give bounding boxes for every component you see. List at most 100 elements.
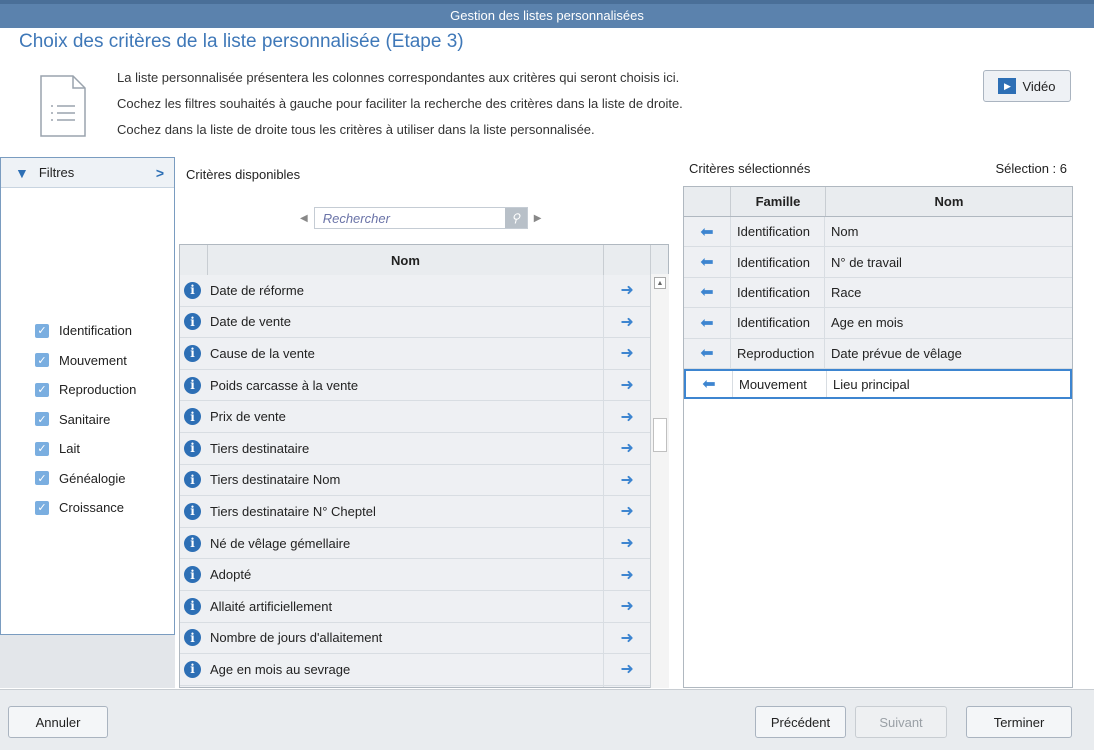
document-list-icon [40,75,86,137]
add-arrow-icon[interactable]: ➜ [604,312,650,332]
header-action-col [604,245,651,275]
video-button[interactable]: ▶ Vidéo [983,70,1071,102]
table-row[interactable]: i Né de vêlage gémellaire ➜ [180,527,650,560]
search-icon[interactable]: ⚲ [504,208,527,228]
table-row[interactable]: i Tiers destinataire Nom ➜ [180,464,650,497]
famille-cell: Identification [731,247,825,277]
info-icon[interactable]: i [184,502,201,520]
scroll-up-icon[interactable]: ▲ [654,277,666,289]
criterion-name: Tiers destinataire Nom [210,464,605,496]
table-row[interactable]: ⬅ Mouvement Lieu principal [684,368,1072,400]
checkbox-checked-icon[interactable]: ✓ [35,500,49,515]
table-row[interactable]: i Adopté ➜ [180,559,650,591]
filter-item[interactable]: ✓ Identification [35,316,136,346]
info-icon[interactable]: i [184,629,201,647]
table-row[interactable]: i Allaité artificiellement ➜ [180,590,650,623]
previous-arrow-icon[interactable]: ◀ [300,213,308,224]
table-row[interactable]: ⬅ Identification Age en mois [684,308,1072,339]
window-title: Gestion des listes personnalisées [450,8,644,23]
criterion-name: Allaité artificiellement [210,590,605,622]
table-row[interactable]: i Prix de vente ➜ [180,401,650,433]
info-icon[interactable]: i [184,597,201,615]
filter-item[interactable]: ✓ Mouvement [35,346,136,376]
table-row[interactable]: i Tiers destinataire N° Cheptel ➜ [180,496,650,528]
checkbox-checked-icon[interactable]: ✓ [35,382,49,397]
info-icon[interactable]: i [184,471,201,489]
next-button[interactable]: Suivant [855,706,947,738]
filter-item[interactable]: ✓ Généalogie [35,464,136,494]
add-arrow-icon[interactable]: ➜ [604,280,650,300]
info-icon[interactable]: i [184,439,201,457]
add-arrow-icon[interactable]: ➜ [604,501,650,521]
table-row[interactable]: iRang de vêlage➜ [180,685,650,687]
add-arrow-icon[interactable]: ➜ [604,628,650,648]
add-arrow-icon[interactable]: ➜ [604,659,650,679]
table-row[interactable]: i Date de réforme ➜ [180,275,650,307]
filters-header[interactable]: ▼ Filtres > [1,158,174,188]
chevron-right-icon[interactable]: > [156,165,164,181]
selection-count: Sélection : 6 [995,161,1067,176]
filter-label: Identification [59,323,132,339]
table-row[interactable]: ⬅ Reproduction Date prévue de vêlage [684,338,1072,369]
info-icon[interactable]: i [184,660,201,678]
remove-arrow-icon[interactable]: ⬅ [684,247,731,277]
filter-item[interactable]: ✓ Sanitaire [35,405,136,435]
filter-label: Généalogie [59,470,126,486]
checkbox-checked-icon[interactable]: ✓ [35,441,49,456]
finish-button[interactable]: Terminer [966,706,1072,738]
info-icon[interactable]: i [184,313,201,331]
table-row[interactable]: i Tiers destinataire ➜ [180,432,650,465]
selected-table-header: Famille Nom [684,187,1072,217]
filter-label: Mouvement [59,352,127,368]
nom-cell: Lieu principal [833,376,910,392]
checkbox-checked-icon[interactable]: ✓ [35,353,49,368]
add-arrow-icon[interactable]: ➜ [604,438,650,458]
filter-label: Lait [59,441,80,457]
info-icon[interactable]: i [184,408,201,426]
scroll-thumb[interactable] [653,418,667,452]
criterion-name: Tiers destinataire [210,432,605,464]
column-header-nom[interactable]: Nom [208,245,604,275]
info-icon[interactable]: i [184,376,201,394]
info-icon[interactable]: i [184,534,201,552]
add-arrow-icon[interactable]: ➜ [604,343,650,363]
filter-item[interactable]: ✓ Lait [35,434,136,464]
column-header-nom[interactable]: Nom [826,187,1072,216]
checkbox-checked-icon[interactable]: ✓ [35,412,49,427]
remove-arrow-icon[interactable]: ⬅ [684,308,731,338]
info-icon[interactable]: i [184,281,201,299]
remove-arrow-icon[interactable]: ⬅ [684,338,731,368]
info-icon[interactable]: i [184,566,201,584]
next-arrow-icon[interactable]: ▶ [534,213,542,224]
remove-arrow-icon[interactable]: ⬅ [686,370,733,398]
table-row[interactable]: i Date de vente ➜ [180,306,650,339]
add-arrow-icon[interactable]: ➜ [604,375,650,395]
table-row[interactable]: i Cause de la vente ➜ [180,338,650,370]
previous-button[interactable]: Précédent [755,706,846,738]
vertical-scrollbar[interactable]: ▲ [650,274,669,688]
info-icon[interactable]: i [184,344,201,362]
checkbox-checked-icon[interactable]: ✓ [35,323,49,338]
table-row[interactable]: ⬅ Identification N° de travail [684,247,1072,278]
column-header-famille[interactable]: Famille [731,187,826,216]
criterion-name: Poids carcasse à la vente [210,369,605,401]
table-row[interactable]: ⬅ Identification Nom [684,217,1072,248]
add-arrow-icon[interactable]: ➜ [604,533,650,553]
table-row[interactable]: ⬅ Identification Race [684,277,1072,309]
remove-arrow-icon[interactable]: ⬅ [684,217,731,247]
table-row[interactable]: i Nombre de jours d'allaitement ➜ [180,622,650,655]
cancel-button[interactable]: Annuler [8,706,108,738]
filter-item[interactable]: ✓ Reproduction [35,375,136,405]
filter-item[interactable]: ✓ Croissance [35,493,136,523]
remove-arrow-icon[interactable]: ⬅ [684,277,731,308]
checkbox-checked-icon[interactable]: ✓ [35,471,49,486]
add-arrow-icon[interactable]: ➜ [604,596,650,616]
add-arrow-icon[interactable]: ➜ [604,407,650,427]
add-arrow-icon[interactable]: ➜ [604,470,650,490]
filters-title: Filtres [38,165,75,180]
available-criteria-table: Nom i Date de réforme ➜ i Date de vente ➜ i Cau… [179,244,669,688]
table-row[interactable]: i Age en mois au sevrage ➜ [180,654,650,686]
table-row[interactable]: i Poids carcasse à la vente ➜ [180,369,650,402]
search-input[interactable]: Rechercher ⚲ [313,207,528,229]
add-arrow-icon[interactable]: ➜ [604,565,650,585]
